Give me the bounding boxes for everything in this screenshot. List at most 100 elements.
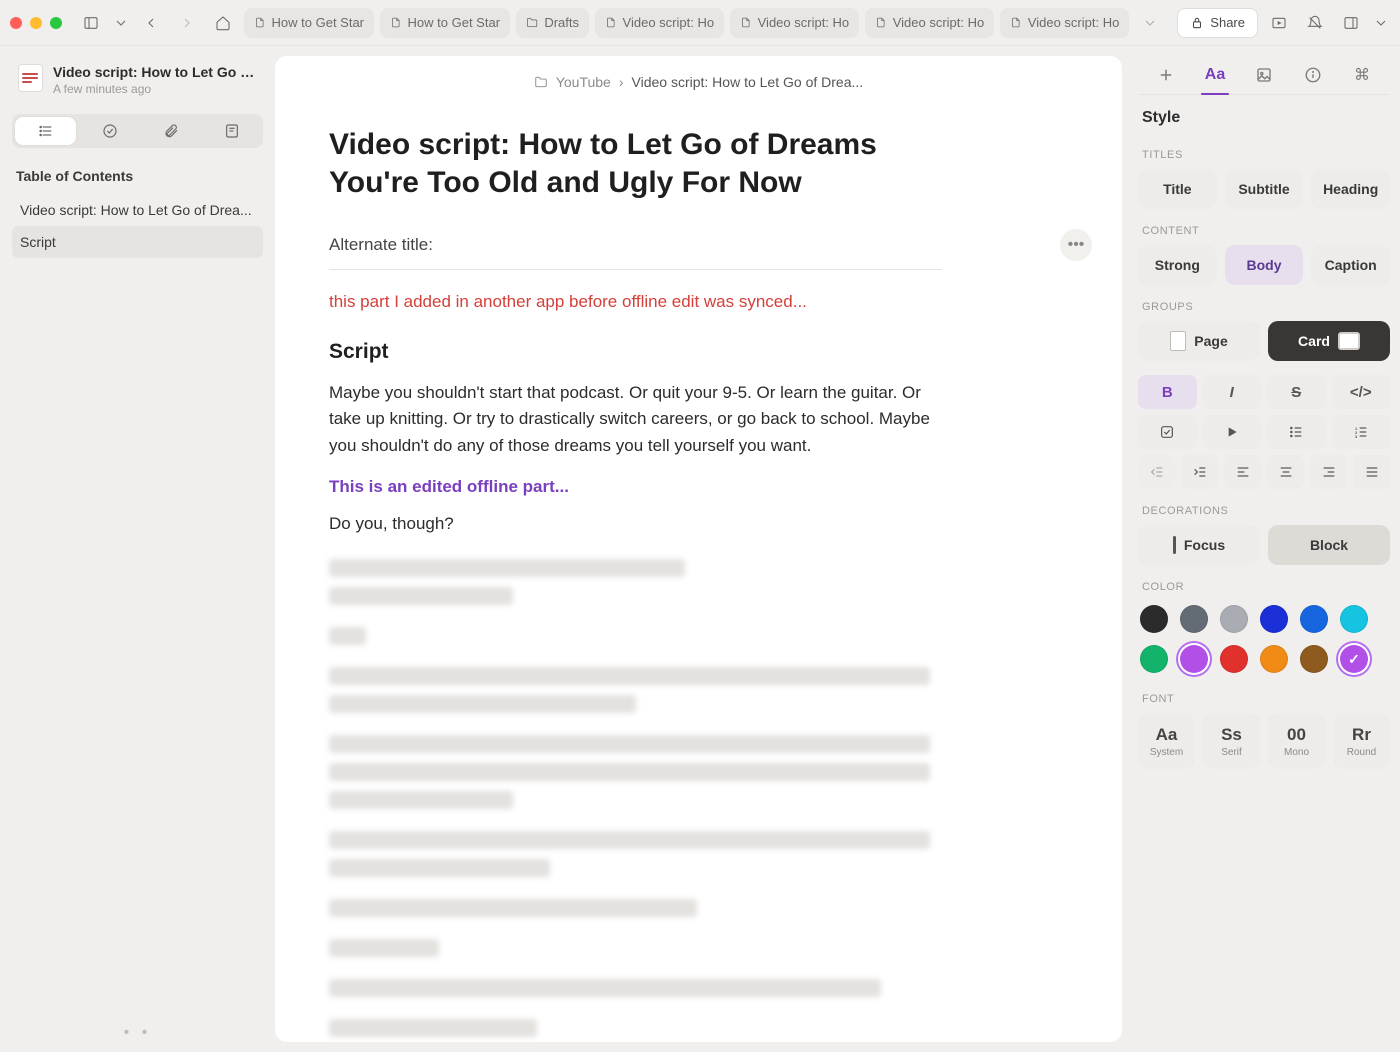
sync-conflict-note[interactable]: this part I added in another app before … [329, 292, 942, 312]
inspector-tab-shortcuts[interactable]: ⌘ [1340, 56, 1384, 94]
content-style-button[interactable]: Caption [1311, 245, 1390, 285]
inspector-tabs: Aa ⌘ [1138, 56, 1390, 95]
color-swatch[interactable] [1300, 605, 1328, 633]
redacted-text [329, 627, 366, 645]
code-button[interactable]: </> [1332, 375, 1391, 409]
numbered-list-button[interactable]: 123 [1332, 415, 1391, 449]
inspector-tab-style[interactable]: Aa [1193, 56, 1237, 94]
forward-button[interactable] [172, 8, 202, 38]
content-style-button[interactable]: Body [1225, 245, 1304, 285]
sidebar-doc-time: A few minutes ago [53, 82, 257, 96]
sidebar-toc-tab[interactable] [15, 117, 76, 145]
play-button[interactable] [1264, 8, 1294, 38]
color-swatches [1138, 601, 1390, 677]
color-swatch[interactable] [1180, 645, 1208, 673]
tab-item[interactable]: How to Get Star [380, 8, 510, 38]
tab-label: Video script: Ho [758, 15, 850, 30]
sidebar-tasks-tab[interactable] [79, 114, 140, 148]
edited-offline-note[interactable]: This is an edited offline part... [329, 477, 942, 497]
play-block-button[interactable] [1203, 415, 1262, 449]
sidebar-view-segmented [12, 114, 263, 148]
strikethrough-button[interactable]: S [1267, 375, 1326, 409]
checklist-button[interactable] [1138, 415, 1197, 449]
italic-button[interactable]: I [1203, 375, 1262, 409]
color-swatch[interactable] [1300, 645, 1328, 673]
color-swatch[interactable] [1220, 605, 1248, 633]
close-window-icon[interactable] [10, 17, 22, 29]
redacted-text [329, 939, 439, 957]
decoration-focus-button[interactable]: Focus [1138, 525, 1260, 565]
paragraph[interactable]: Maybe you shouldn't start that podcast. … [329, 380, 942, 459]
toc-item[interactable]: Script [12, 226, 263, 258]
align-left-button[interactable] [1224, 455, 1261, 489]
inspector-toggle-button[interactable] [1336, 8, 1366, 38]
home-button[interactable] [208, 8, 238, 38]
toc-heading: Table of Contents [16, 168, 259, 184]
bullet-list-button[interactable] [1267, 415, 1326, 449]
paragraph[interactable]: Do you, though? [329, 511, 942, 537]
group-page-button[interactable]: Page [1138, 321, 1260, 361]
color-swatch[interactable] [1220, 645, 1248, 673]
align-center-button[interactable] [1267, 455, 1304, 489]
heading-script[interactable]: Script [329, 340, 942, 364]
font-option[interactable]: 00Mono [1268, 713, 1325, 769]
tab-item[interactable]: Video script: Ho [865, 8, 994, 38]
color-swatch[interactable] [1260, 645, 1288, 673]
chevron-down-icon[interactable] [112, 8, 130, 38]
notifications-button[interactable] [1300, 8, 1330, 38]
color-swatch[interactable] [1340, 605, 1368, 633]
redacted-text [329, 859, 550, 877]
redacted-text [329, 979, 881, 997]
alternate-title-label[interactable]: Alternate title: [329, 235, 433, 255]
sidebar-toggle-button[interactable] [76, 8, 106, 38]
decoration-block-button[interactable]: Block [1268, 525, 1390, 565]
title-style-button[interactable]: Title [1138, 169, 1217, 209]
color-swatch[interactable] [1140, 645, 1168, 673]
maximize-window-icon[interactable] [50, 17, 62, 29]
sidebar-stats-tab[interactable] [202, 114, 263, 148]
back-button[interactable] [136, 8, 166, 38]
tab-item[interactable]: Video script: Ho [595, 8, 724, 38]
sidebar-attachments-tab[interactable] [141, 114, 202, 148]
tab-item[interactable]: Video script: Ho [1000, 8, 1129, 38]
tab-item[interactable]: Drafts [516, 8, 589, 38]
inspector-tab-info[interactable] [1291, 56, 1335, 94]
color-swatch[interactable] [1140, 605, 1168, 633]
inspector-tab-media[interactable] [1242, 56, 1286, 94]
share-button[interactable]: Share [1177, 8, 1258, 38]
minimize-window-icon[interactable] [30, 17, 42, 29]
toc-item[interactable]: Video script: How to Let Go of Drea... [12, 194, 263, 226]
toc-list: Video script: How to Let Go of Drea...Sc… [12, 194, 263, 258]
redacted-text [329, 1019, 537, 1037]
group-card-button[interactable]: Card [1268, 321, 1390, 361]
content-style-button[interactable]: Strong [1138, 245, 1217, 285]
title-style-button[interactable]: Heading [1311, 169, 1390, 209]
inspector-tab-add[interactable] [1144, 56, 1188, 94]
page-icon [1170, 331, 1186, 351]
font-section-label: FONT [1142, 693, 1386, 705]
font-option[interactable]: AaSystem [1138, 713, 1195, 769]
color-swatch[interactable] [1180, 605, 1208, 633]
outdent-button[interactable] [1138, 455, 1175, 489]
align-justify-button[interactable] [1353, 455, 1390, 489]
bold-button[interactable]: B [1138, 375, 1197, 409]
breadcrumb-doc: Video script: How to Let Go of Drea... [632, 74, 864, 90]
tab-item[interactable]: How to Get Star [244, 8, 374, 38]
page-title[interactable]: Video script: How to Let Go of Dreams Yo… [329, 126, 942, 201]
font-option[interactable]: RrRound [1333, 713, 1390, 769]
top-toolbar: How to Get StarHow to Get StarDraftsVide… [0, 0, 1400, 46]
color-swatch[interactable] [1340, 645, 1368, 673]
align-right-button[interactable] [1310, 455, 1347, 489]
breadcrumb-folder[interactable]: YouTube [556, 74, 611, 90]
chevron-down-icon[interactable] [1372, 8, 1390, 38]
document-body[interactable]: Video script: How to Let Go of Dreams Yo… [275, 90, 1122, 1042]
color-swatch[interactable] [1260, 605, 1288, 633]
indent-button[interactable] [1181, 455, 1218, 489]
breadcrumb: YouTube › Video script: How to Let Go of… [275, 74, 1122, 90]
title-style-button[interactable]: Subtitle [1225, 169, 1304, 209]
font-option[interactable]: SsSerif [1203, 713, 1260, 769]
block-actions-button[interactable]: ••• [1060, 229, 1092, 261]
redacted-text [329, 899, 697, 917]
tab-item[interactable]: Video script: Ho [730, 8, 859, 38]
tab-overflow-button[interactable] [1135, 8, 1165, 38]
